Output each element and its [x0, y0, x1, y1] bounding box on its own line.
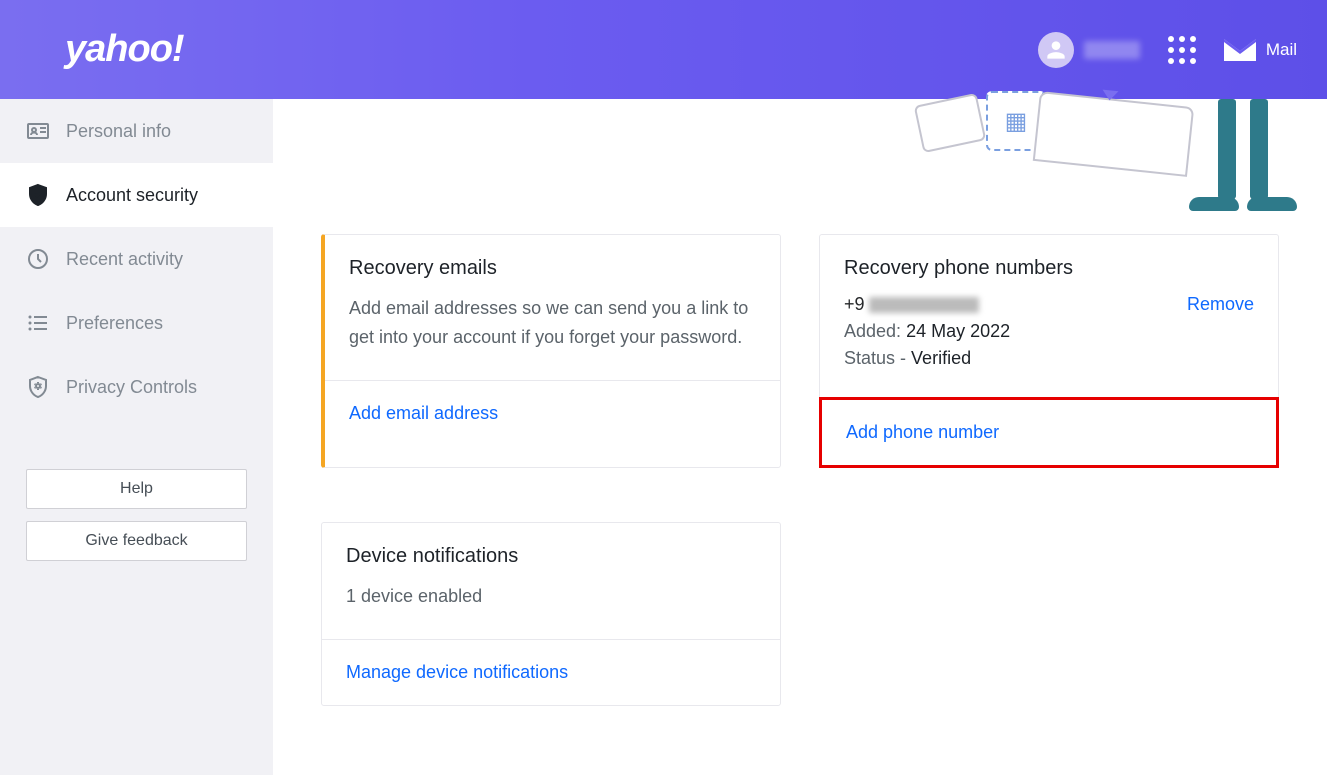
add-phone-number-highlight-box: Add phone number: [819, 397, 1279, 468]
sidebar-item-label: Privacy Controls: [66, 377, 197, 398]
remove-phone-link[interactable]: Remove: [1187, 294, 1254, 315]
card-description: Add email addresses so we can send you a…: [349, 294, 756, 352]
help-button[interactable]: Help: [26, 469, 247, 509]
sidebar: Personal info Account security Recent ac…: [0, 99, 273, 775]
add-email-address-link[interactable]: Add email address: [349, 403, 498, 423]
user-icon: [1043, 37, 1069, 63]
sidebar-item-label: Personal info: [66, 121, 171, 142]
apps-grid-icon[interactable]: [1168, 36, 1196, 64]
add-phone-number-link[interactable]: Add phone number: [846, 422, 999, 442]
mail-icon: [1224, 39, 1256, 61]
illustration-card-icon: [914, 93, 987, 153]
main: ▦ Recovery emails Add email addresses so…: [273, 99, 1327, 775]
device-notifications-card: Device notifications 1 device enabled Ma…: [321, 522, 781, 706]
shield-gear-icon: [26, 375, 50, 399]
phone-number: +9: [844, 294, 979, 315]
list-icon: [26, 311, 50, 335]
illustration-person-icon: [1189, 99, 1297, 211]
clock-icon: [26, 247, 50, 271]
card-title: Recovery emails: [349, 257, 756, 280]
illustration: ▦: [918, 99, 1297, 211]
id-card-icon: [26, 119, 50, 143]
give-feedback-button[interactable]: Give feedback: [26, 521, 247, 561]
sidebar-item-account-security[interactable]: Account security: [0, 163, 273, 227]
added-date: Added: 24 May 2022: [844, 321, 1254, 342]
recovery-emails-card: Recovery emails Add email addresses so w…: [321, 234, 781, 468]
manage-device-notifications-link[interactable]: Manage device notifications: [346, 662, 568, 682]
sidebar-item-label: Recent activity: [66, 249, 183, 270]
shield-icon: [26, 183, 50, 207]
sidebar-item-label: Preferences: [66, 313, 163, 334]
status-label: Status -: [844, 348, 906, 368]
phone-number-redacted: [869, 297, 979, 313]
recovery-phones-card: Recovery phone numbers +9 Remove Added: …: [819, 234, 1279, 468]
added-label: Added:: [844, 321, 901, 341]
yahoo-logo[interactable]: yahoo!: [65, 28, 184, 71]
card-title: Recovery phone numbers: [844, 257, 1254, 280]
mail-link[interactable]: Mail: [1224, 39, 1297, 61]
sidebar-item-preferences[interactable]: Preferences: [0, 291, 273, 355]
username-redacted: [1084, 41, 1140, 59]
sidebar-item-recent-activity[interactable]: Recent activity: [0, 227, 273, 291]
card-description: 1 device enabled: [346, 582, 756, 611]
added-value: 24 May 2022: [906, 321, 1010, 341]
avatar[interactable]: [1038, 32, 1074, 68]
header: yahoo! Mail: [0, 0, 1327, 99]
header-right: Mail: [1038, 32, 1297, 68]
status-line: Status - Verified: [844, 348, 1254, 369]
layout: Personal info Account security Recent ac…: [0, 99, 1327, 775]
sidebar-item-label: Account security: [66, 185, 198, 206]
phone-prefix: +9: [844, 294, 865, 315]
mail-label: Mail: [1266, 40, 1297, 60]
sidebar-item-personal-info[interactable]: Personal info: [0, 99, 273, 163]
card-title: Device notifications: [346, 545, 756, 568]
sidebar-buttons: Help Give feedback: [0, 449, 273, 581]
status-value: Verified: [911, 348, 971, 368]
illustration-speech-bubble-icon: [1033, 91, 1194, 177]
sidebar-item-privacy-controls[interactable]: Privacy Controls: [0, 355, 273, 419]
